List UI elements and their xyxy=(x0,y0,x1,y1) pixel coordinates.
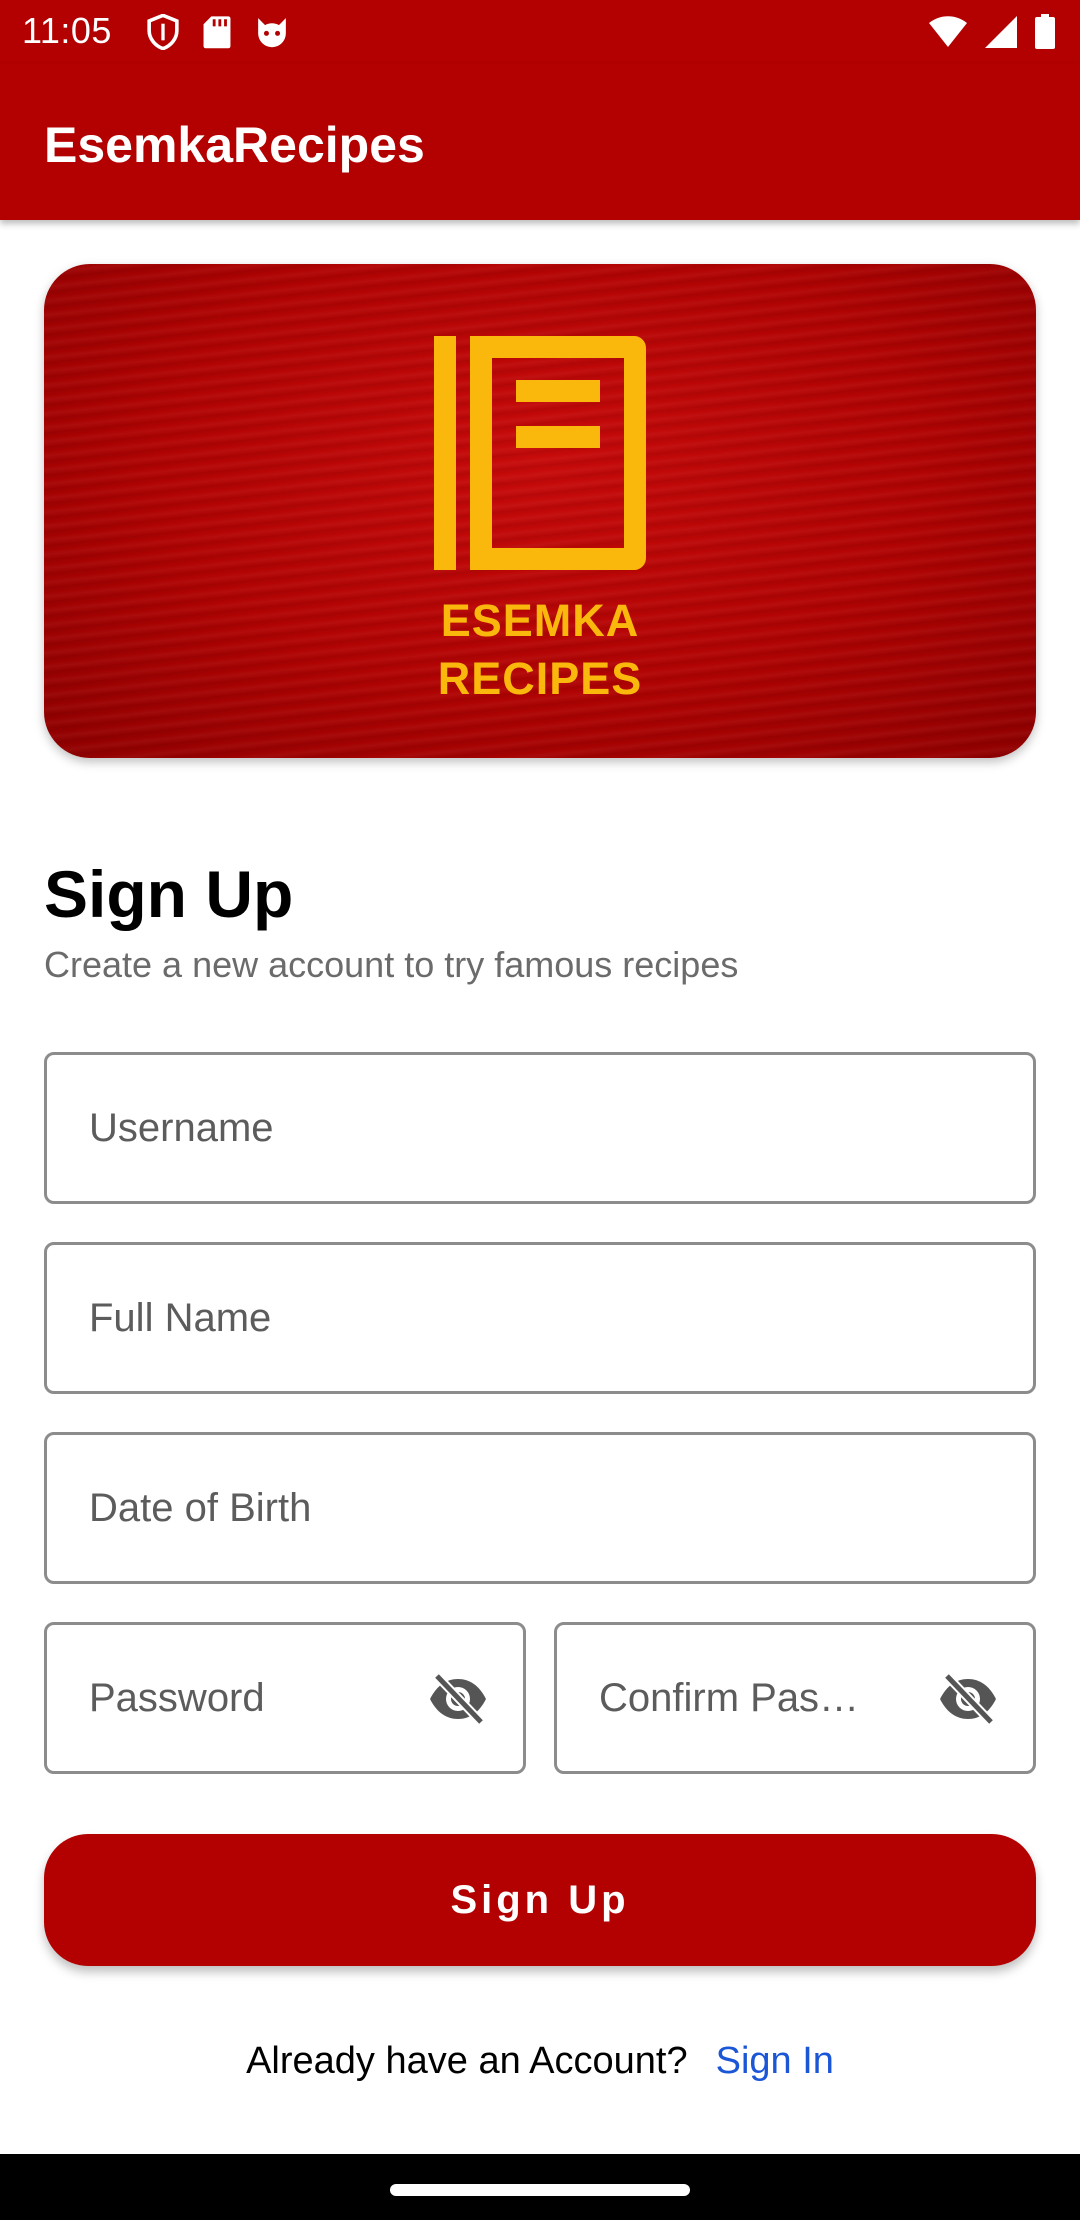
status-system-icons xyxy=(928,14,1056,55)
logo-text-line1: ESEMKA xyxy=(440,595,640,646)
app-title: EsemkaRecipes xyxy=(44,117,425,173)
password-field[interactable] xyxy=(44,1622,526,1774)
status-time: 11:05 xyxy=(22,10,112,51)
fullname-input[interactable] xyxy=(89,1245,991,1391)
status-notification-icons xyxy=(146,13,290,55)
dob-field[interactable] xyxy=(44,1432,1036,1584)
fullname-field[interactable] xyxy=(44,1242,1036,1394)
sign-up-button[interactable]: Sign Up xyxy=(44,1834,1036,1966)
navigation-bar xyxy=(0,2154,1080,2220)
recipe-banner: ESEMKA RECIPES xyxy=(44,264,1036,758)
page-subtitle: Create a new account to try famous recip… xyxy=(44,944,739,985)
dob-input[interactable] xyxy=(89,1435,991,1581)
logo-text-line2: RECIPES xyxy=(437,653,643,704)
sign-in-link[interactable]: Sign In xyxy=(716,2040,834,2082)
page-title: Sign Up xyxy=(44,857,294,931)
home-indicator[interactable] xyxy=(390,2184,690,2196)
app-bar: EsemkaRecipes xyxy=(0,64,1080,220)
password-input[interactable] xyxy=(89,1625,399,1771)
username-field[interactable] xyxy=(44,1052,1036,1204)
status-bar: 11:05 xyxy=(0,0,1080,64)
sd-card-icon xyxy=(202,15,232,54)
cat-face-icon xyxy=(254,15,290,54)
recipe-book-icon xyxy=(434,336,646,575)
username-input[interactable] xyxy=(89,1055,991,1201)
shield-icon xyxy=(146,13,180,55)
battery-icon xyxy=(1034,14,1056,55)
eye-off-icon[interactable] xyxy=(937,1672,999,1731)
signin-prompt-text: Already have an Account? xyxy=(246,2040,688,2082)
signin-prompt-row: Already have an Account? Sign In xyxy=(0,2040,1080,2083)
eye-off-icon[interactable] xyxy=(427,1672,489,1731)
confirm-password-input[interactable] xyxy=(599,1625,909,1771)
confirm-password-field[interactable] xyxy=(554,1622,1036,1774)
signal-icon xyxy=(984,15,1018,54)
wifi-icon xyxy=(928,16,968,53)
